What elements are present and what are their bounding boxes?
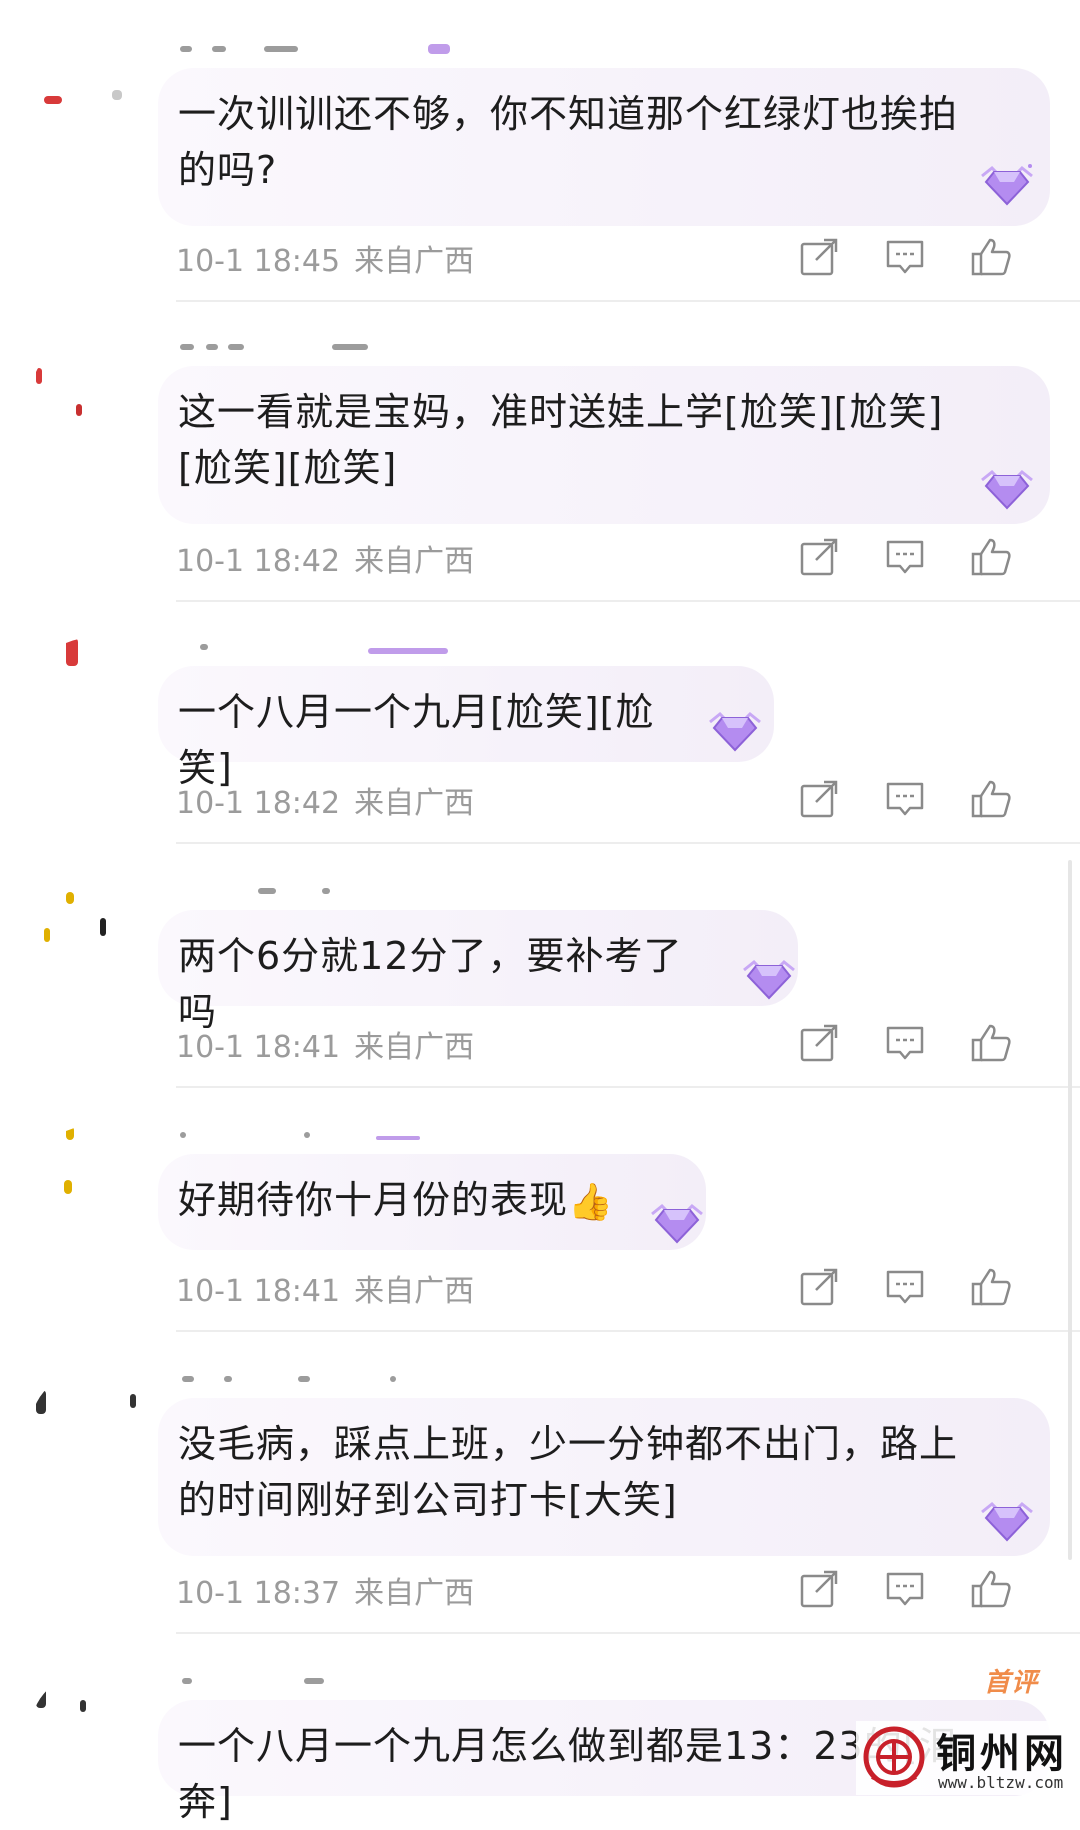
gem-badge-icon — [648, 1200, 706, 1246]
share-icon[interactable] — [796, 534, 842, 580]
comment-time: 10-1 18:41 — [176, 1030, 341, 1065]
comment-bubble[interactable]: 两个6分就12分了，要补考了吗 — [158, 910, 798, 1034]
comment-actions — [796, 534, 1036, 582]
comment-actions — [796, 776, 1036, 824]
divider — [176, 1632, 1080, 1634]
username[interactable] — [176, 1366, 396, 1392]
comment-icon[interactable] — [882, 1566, 928, 1612]
comment-actions — [796, 234, 1036, 282]
divider — [176, 842, 1080, 844]
watermark-logo-icon — [862, 1725, 926, 1789]
comment-text-value: 好期待你十月份的表现 — [178, 1178, 569, 1222]
first-comment-badge: 首评 — [984, 1668, 1039, 1698]
thumbs-up-icon[interactable] — [968, 776, 1014, 822]
comment-text: 一个八月一个九月怎么做到都是13：23的[泪奔] — [178, 1724, 958, 1824]
scrollbar[interactable] — [1068, 860, 1072, 1560]
gem-badge-icon — [978, 1498, 1036, 1544]
comment-location: 来自广西 — [354, 544, 475, 579]
comment-bubble[interactable]: 一个八月一个九月[尬笑][尬笑] — [158, 666, 774, 790]
thumbs-up-icon[interactable] — [968, 234, 1014, 280]
thumbs-up-icon[interactable] — [968, 1264, 1014, 1310]
gem-badge-icon — [740, 956, 798, 1002]
comment-meta: 10-1 18:41 来自广西 — [176, 1266, 474, 1310]
share-icon[interactable] — [796, 234, 842, 280]
divider — [176, 1330, 1080, 1332]
comment-bubble[interactable]: 好期待你十月份的表现👍 — [158, 1154, 706, 1250]
comment-actions — [796, 1020, 1036, 1068]
thumbs-up-emoji-icon: 👍 — [568, 1181, 614, 1223]
username[interactable] — [176, 1122, 420, 1148]
avatar[interactable] — [30, 1126, 150, 1246]
comment-time: 10-1 18:37 — [176, 1576, 341, 1611]
avatar[interactable] — [30, 882, 150, 1002]
comment-icon[interactable] — [882, 776, 928, 822]
thumbs-up-icon[interactable] — [968, 534, 1014, 580]
divider — [176, 600, 1080, 602]
avatar[interactable] — [30, 1370, 150, 1490]
comment-time: 10-1 18:41 — [176, 1274, 341, 1309]
comment-meta: 10-1 18:41 来自广西 — [176, 1022, 474, 1066]
avatar[interactable] — [30, 638, 150, 758]
comment-bubble[interactable]: 这一看就是宝妈，准时送娃上学[尬笑][尬笑][尬笑][尬笑] — [158, 366, 1050, 524]
gem-badge-icon — [978, 162, 1036, 208]
comment-meta: 10-1 18:37 来自广西 — [176, 1568, 474, 1612]
username[interactable] — [176, 36, 450, 62]
comment-time: 10-1 18:42 — [176, 544, 341, 579]
comment-meta: 10-1 18:42 来自广西 — [176, 778, 474, 822]
share-icon[interactable] — [796, 776, 842, 822]
comment-meta: 10-1 18:42 来自广西 — [176, 536, 474, 580]
share-icon[interactable] — [796, 1566, 842, 1612]
comment-location: 来自广西 — [354, 1576, 475, 1611]
thumbs-up-icon[interactable] — [968, 1020, 1014, 1066]
comment-icon[interactable] — [882, 534, 928, 580]
comment-time: 10-1 18:42 — [176, 786, 341, 821]
comment-meta: 10-1 18:45 来自广西 — [176, 236, 474, 280]
comment-location: 来自广西 — [354, 1030, 475, 1065]
comment-text: 这一看就是宝妈，准时送娃上学[尬笑][尬笑][尬笑][尬笑] — [178, 390, 944, 490]
divider — [176, 1086, 1080, 1088]
avatar[interactable] — [30, 1672, 150, 1792]
comment-actions — [796, 1566, 1036, 1614]
thumbs-up-icon[interactable] — [968, 1566, 1014, 1612]
username[interactable] — [176, 634, 448, 660]
comment-location: 来自广西 — [354, 786, 475, 821]
comment-bubble[interactable]: 没毛病，踩点上班，少一分钟都不出门，路上的时间刚好到公司打卡[大笑] — [158, 1398, 1050, 1556]
comment-location: 来自广西 — [354, 1274, 475, 1309]
comment-icon[interactable] — [882, 1020, 928, 1066]
comment-text: 一次训训还不够，你不知道那个红绿灯也挨拍的吗? — [178, 92, 959, 192]
username[interactable] — [176, 334, 396, 360]
avatar[interactable] — [30, 40, 150, 160]
comment-time: 10-1 18:45 — [176, 244, 341, 279]
avatar[interactable] — [30, 338, 150, 458]
gem-badge-icon — [978, 466, 1036, 512]
watermark-url: www.bltzw.com — [938, 1773, 1064, 1792]
comment-location: 来自广西 — [354, 244, 475, 279]
username[interactable] — [176, 1668, 396, 1694]
comment-bubble[interactable]: 一次训训还不够，你不知道那个红绿灯也挨拍的吗? — [158, 68, 1050, 226]
comment-actions — [796, 1264, 1036, 1312]
gem-badge-icon — [706, 708, 764, 754]
username[interactable] — [176, 878, 396, 904]
comment-text: 好期待你十月份的表现👍 — [178, 1172, 614, 1231]
site-watermark: 铜州网 www.bltzw.com — [856, 1721, 1076, 1795]
comment-icon[interactable] — [882, 1264, 928, 1310]
comment-text: 没毛病，踩点上班，少一分钟都不出门，路上的时间刚好到公司打卡[大笑] — [178, 1422, 959, 1522]
share-icon[interactable] — [796, 1264, 842, 1310]
divider — [176, 300, 1080, 302]
comment-icon[interactable] — [882, 234, 928, 280]
share-icon[interactable] — [796, 1020, 842, 1066]
watermark-title: 铜州网 — [936, 1731, 1068, 1777]
